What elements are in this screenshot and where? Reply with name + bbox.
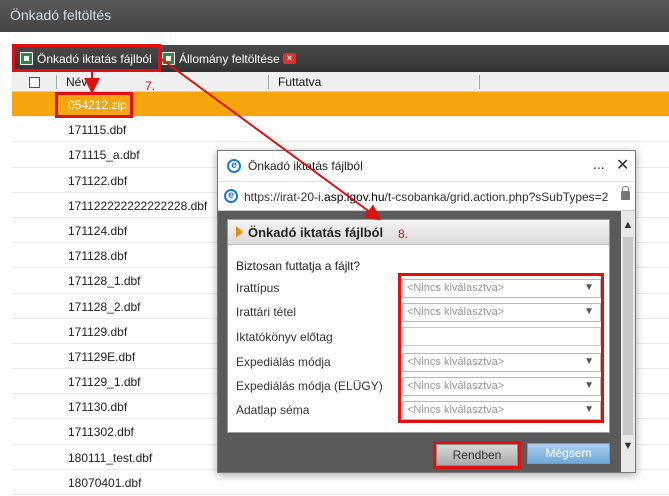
title-bar: Önkadó feltöltés bbox=[0, 0, 669, 32]
vertical-scrollbar[interactable]: ▲ ▼ bbox=[621, 211, 635, 472]
step-7-label: 7. bbox=[145, 79, 156, 93]
field-label-expedialas-elugy: Expediálás módja (ELÜGY) bbox=[236, 379, 383, 393]
select-value: <Nincs kiválasztva> bbox=[407, 380, 505, 392]
dialog-titlebar: e Önkadó iktatás fájlból ... ✕ bbox=[218, 151, 635, 181]
select-value: <Nincs kiválasztva> bbox=[407, 282, 505, 294]
irattipus-select[interactable]: <Nincs kiválasztva> ▼ bbox=[402, 279, 601, 298]
close-icon[interactable]: ✕ bbox=[616, 155, 629, 175]
import-from-file-button[interactable]: Önkadó iktatás fájlból bbox=[20, 45, 152, 72]
field-label-expedialas: Expediálás módja bbox=[236, 355, 331, 369]
confirm-question: Biztosan futtatja a fájlt? bbox=[236, 259, 361, 273]
file-name: 171129.dbf bbox=[68, 324, 128, 339]
column-separator bbox=[268, 75, 269, 89]
column-header-run[interactable]: Futtatva bbox=[278, 75, 321, 89]
import-dialog-window: e Önkadó iktatás fájlból ... ✕ e https:/… bbox=[217, 150, 636, 473]
panel-title: Önkadó iktatás fájlból bbox=[248, 225, 384, 240]
dialog-window-title: Önkadó iktatás fájlból bbox=[248, 159, 363, 173]
file-name: 054212.zip bbox=[68, 98, 127, 112]
file-name: 171122222222222228.dbf bbox=[68, 198, 208, 213]
spacer bbox=[0, 32, 669, 45]
app-window: Önkadó feltöltés Önkadó iktatás fájlból … bbox=[0, 0, 669, 496]
chevron-down-icon[interactable]: ▼ bbox=[621, 436, 635, 456]
column-separator bbox=[479, 75, 480, 89]
field-label-iktatokonyv: Iktatókönyv előtag bbox=[236, 330, 333, 344]
table-row[interactable]: 171115.dbf bbox=[12, 117, 669, 143]
lock-icon bbox=[621, 186, 630, 200]
table-row[interactable]: 18070401.dbf bbox=[12, 470, 669, 495]
cancel-button[interactable]: Mégsem bbox=[527, 443, 610, 464]
page-title: Önkadó feltöltés bbox=[10, 7, 112, 23]
file-name: 171115.dbf bbox=[68, 123, 127, 138]
select-value: <Nincs kiválasztva> bbox=[407, 356, 505, 368]
chevron-down-icon: ▼ bbox=[584, 306, 594, 317]
file-name: 171115_a.dbf bbox=[68, 148, 140, 163]
import-panel: Önkadó iktatás fájlból Biztosan futtatja… bbox=[227, 219, 610, 433]
file-name: 171130.dbf bbox=[68, 400, 128, 415]
file-name: 171124.dbf bbox=[68, 223, 128, 238]
file-name: 171129_1.dbf bbox=[68, 375, 141, 390]
arrow-right-icon bbox=[236, 226, 243, 238]
file-name: 171129E.dbf bbox=[68, 349, 136, 364]
expedialas-elugy-select[interactable]: <Nincs kiválasztva> ▼ bbox=[402, 377, 601, 396]
chevron-down-icon: ▼ bbox=[584, 404, 594, 415]
iktatokonyv-input[interactable] bbox=[402, 327, 601, 346]
excel-icon bbox=[20, 52, 33, 65]
file-name: 18070401.dbf bbox=[68, 475, 142, 490]
field-label-adatlap: Adatlap séma bbox=[236, 403, 310, 417]
delete-button[interactable]: ✕ bbox=[283, 45, 296, 72]
address-bar[interactable]: e https://irat-20-i.asp.lgov.hu/t-csoban… bbox=[218, 181, 635, 211]
select-value: <Nincs kiválasztva> bbox=[407, 306, 505, 318]
more-options-button[interactable]: ... bbox=[593, 156, 605, 172]
field-label-irattipus: Irattípus bbox=[236, 281, 280, 295]
irattari-tetel-select[interactable]: <Nincs kiválasztva> ▼ bbox=[402, 303, 601, 322]
chevron-down-icon: ▼ bbox=[584, 356, 594, 367]
file-name: 171122.dbf bbox=[68, 173, 128, 188]
upload-file-button[interactable]: Állomány feltöltése bbox=[162, 45, 280, 72]
upload-file-label: Állomány feltöltése bbox=[179, 51, 280, 66]
import-from-file-label: Önkadó iktatás fájlból bbox=[37, 51, 152, 66]
ok-button[interactable]: Rendben bbox=[436, 444, 518, 466]
file-name: 1711302.dbf bbox=[68, 425, 134, 440]
select-value: <Nincs kiválasztva> bbox=[407, 404, 505, 416]
excel-icon bbox=[162, 52, 175, 65]
file-name: 171128_1.dbf bbox=[68, 274, 141, 289]
file-name: 171128_2.dbf bbox=[68, 299, 141, 314]
browser-icon: e bbox=[224, 189, 238, 203]
grid-header: Név Futtatva bbox=[12, 72, 669, 92]
adatlap-select[interactable]: <Nincs kiválasztva> ▼ bbox=[402, 401, 601, 420]
toolbar: Önkadó iktatás fájlból Állomány feltölté… bbox=[12, 45, 669, 72]
browser-icon: e bbox=[227, 159, 241, 173]
chevron-down-icon: ▼ bbox=[584, 380, 594, 391]
step-8-label: 8. bbox=[398, 227, 409, 241]
chevron-down-icon: ▼ bbox=[584, 282, 594, 293]
delete-icon: ✕ bbox=[283, 53, 296, 64]
select-all-checkbox[interactable] bbox=[29, 77, 40, 88]
url-text: https://irat-20-i.asp.lgov.hu/t-csobanka… bbox=[244, 190, 609, 204]
column-separator bbox=[56, 75, 57, 89]
dialog-body: Önkadó iktatás fájlból Biztosan futtatja… bbox=[218, 211, 635, 472]
column-header-name[interactable]: Név bbox=[66, 75, 87, 89]
table-row[interactable]: 054212.zip bbox=[12, 92, 669, 118]
field-label-irattari-tetel: Irattári tétel bbox=[236, 305, 297, 319]
file-name: 171128.dbf bbox=[68, 249, 128, 264]
chevron-up-icon[interactable]: ▲ bbox=[621, 215, 635, 235]
panel-header: Önkadó iktatás fájlból bbox=[228, 220, 609, 245]
scrollbar-thumb[interactable] bbox=[623, 237, 633, 435]
file-name: 180111_test.dbf bbox=[68, 450, 153, 465]
expedialas-select[interactable]: <Nincs kiválasztva> ▼ bbox=[402, 353, 601, 372]
